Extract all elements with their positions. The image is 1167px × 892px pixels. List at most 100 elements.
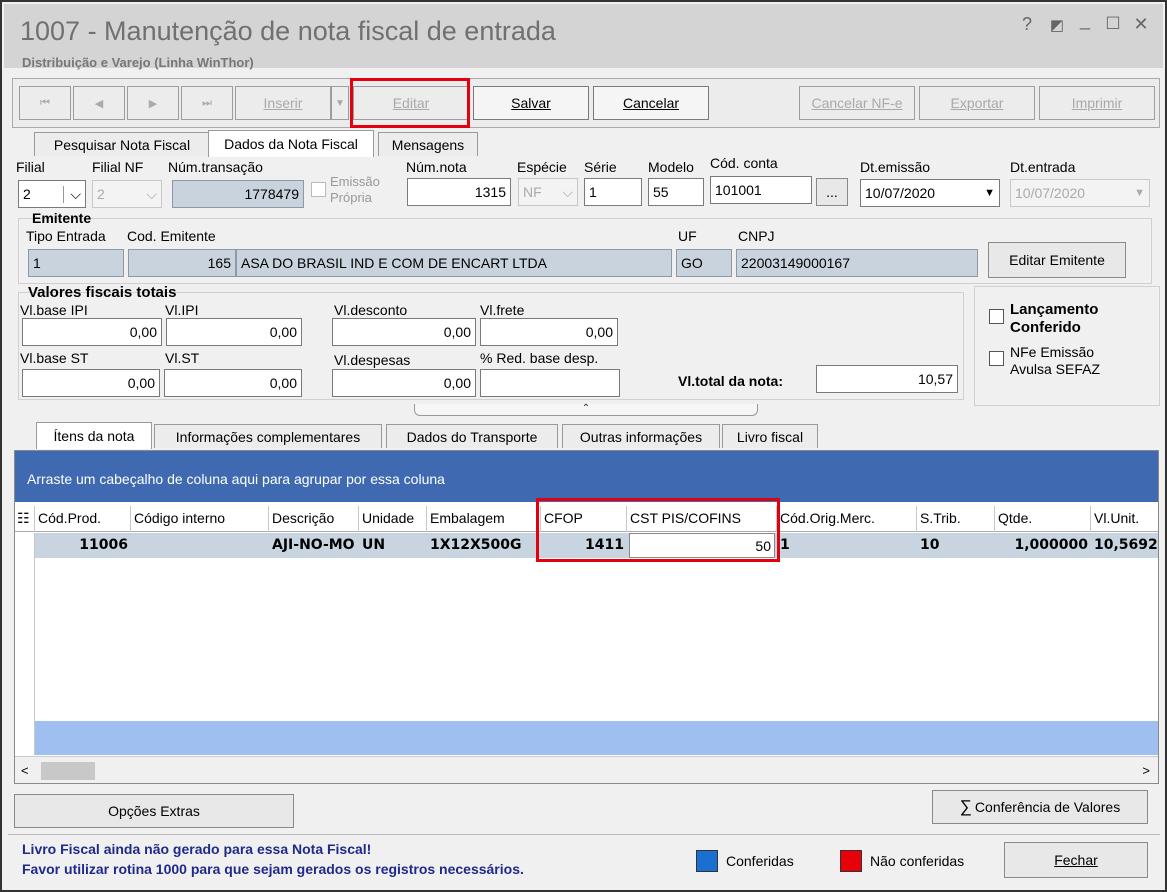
- vl-despesas-field[interactable]: 0,00: [332, 369, 476, 397]
- cell-embalagem[interactable]: 1X12X500G: [427, 533, 541, 558]
- column-header[interactable]: Embalagem: [427, 506, 541, 532]
- tab-pesquisar-nota-fiscal[interactable]: Pesquisar Nota Fiscal: [34, 132, 210, 156]
- cod-conta-field[interactable]: 101001: [710, 176, 812, 204]
- cell-cod-prod[interactable]: 11006: [35, 533, 131, 558]
- grid-footer: [35, 721, 1158, 755]
- column-header[interactable]: Cód.Orig.Merc.: [777, 506, 917, 532]
- tipo-entrada-field[interactable]: 1: [28, 249, 124, 277]
- column-header[interactable]: S.Trib.: [917, 506, 995, 532]
- chevron-down-icon: ⌵: [562, 183, 573, 200]
- nao-conferidas-legend-label: Não conferidas: [870, 853, 965, 869]
- uf-field[interactable]: GO: [676, 249, 732, 277]
- serie-label: Série: [584, 159, 617, 175]
- scrollbar-thumb[interactable]: [41, 762, 95, 780]
- especie-value: NF: [523, 184, 542, 200]
- cancelar-nfe-button[interactable]: Cancelar NF-e: [799, 86, 915, 120]
- column-header[interactable]: CST PIS/COFINS: [627, 506, 777, 532]
- exportar-button[interactable]: Exportar: [919, 86, 1035, 120]
- inserir-dropdown-icon[interactable]: ▼: [331, 86, 349, 120]
- emissao-propria-label: Emissão Própria: [330, 174, 380, 205]
- column-header[interactable]: Código interno: [131, 506, 269, 532]
- cell-codigo-interno[interactable]: [131, 533, 269, 558]
- tab-mensagens[interactable]: Mensagens: [378, 132, 478, 156]
- emitente-nome-field[interactable]: ASA DO BRASIL IND E COM DE ENCART LTDA: [236, 249, 672, 277]
- chevron-up-icon: ⌃: [581, 403, 591, 414]
- nfe-avulsa-checkbox[interactable]: [989, 351, 1004, 366]
- cancelar-button[interactable]: Cancelar: [593, 86, 709, 120]
- scroll-right-icon[interactable]: >: [1142, 763, 1150, 778]
- lancamento-conferido-checkbox[interactable]: [989, 309, 1004, 324]
- serie-field[interactable]: 1: [584, 178, 642, 206]
- cell-s-trib[interactable]: 10: [917, 533, 995, 558]
- cell-qtde[interactable]: 1,000000: [995, 533, 1091, 558]
- column-header[interactable]: Descrição: [269, 506, 359, 532]
- column-chooser-icon[interactable]: ☷: [15, 506, 35, 532]
- salvar-button[interactable]: Salvar: [473, 86, 589, 120]
- collapse-handle[interactable]: ⌃: [414, 404, 758, 416]
- column-header[interactable]: CFOP: [541, 506, 627, 532]
- vl-base-st-field[interactable]: 0,00: [22, 369, 160, 397]
- column-header[interactable]: Cód.Prod.: [35, 506, 131, 532]
- emissao-propria-checkbox[interactable]: [311, 182, 326, 197]
- cell-vl-unit[interactable]: 10,5692: [1091, 533, 1158, 558]
- cod-emitente-field[interactable]: 165: [128, 249, 236, 277]
- tab-itens-da-nota[interactable]: Ítens da nota: [36, 422, 152, 449]
- fechar-button[interactable]: Fechar: [1004, 842, 1148, 878]
- tab-livro-fiscal[interactable]: Livro fiscal: [722, 424, 818, 448]
- dt-entrada-field[interactable]: 10/07/2020 ▼: [1010, 179, 1150, 207]
- minimize-icon[interactable]: _: [1072, 10, 1098, 31]
- maximize-icon[interactable]: ☐: [1100, 14, 1126, 34]
- column-header[interactable]: Qtde.: [995, 506, 1091, 532]
- previous-record-icon[interactable]: ◀: [73, 86, 125, 120]
- column-header[interactable]: Vl.Unit.: [1091, 506, 1158, 532]
- restore-layout-icon[interactable]: ◩: [1044, 16, 1070, 34]
- tab-dados-da-nota-fiscal[interactable]: Dados da Nota Fiscal: [208, 130, 374, 157]
- cell-cod-orig-merc[interactable]: 1: [777, 533, 917, 558]
- opcoes-extras-button[interactable]: Opções Extras: [14, 794, 294, 828]
- calendar-dropdown-icon[interactable]: ▼: [984, 187, 995, 199]
- vl-st-field[interactable]: 0,00: [164, 369, 302, 397]
- help-icon[interactable]: ?: [1014, 14, 1040, 35]
- vl-base-ipi-field[interactable]: 0,00: [22, 318, 162, 346]
- group-by-panel[interactable]: Arraste um cabeçalho de coluna aqui para…: [15, 451, 1158, 502]
- horizontal-scrollbar[interactable]: < >: [15, 756, 1158, 783]
- table-row[interactable]: ▶ 11006 AJI-NO-MO UN 1X12X500G 1411 50 1…: [15, 533, 1158, 558]
- tab-outras-informacoes[interactable]: Outras informações: [562, 424, 720, 448]
- editar-emitente-button[interactable]: Editar Emitente: [988, 242, 1126, 278]
- num-nota-field[interactable]: 1315: [407, 178, 511, 206]
- tab-dados-do-transporte[interactable]: Dados do Transporte: [386, 424, 558, 448]
- filial-nf-value: 2: [97, 186, 105, 202]
- cnpj-field[interactable]: 22003149000167: [736, 249, 978, 277]
- inserir-button[interactable]: Inserir: [235, 86, 331, 120]
- imprimir-button[interactable]: Imprimir: [1039, 86, 1155, 120]
- column-header[interactable]: Unidade: [359, 506, 427, 532]
- cell-cfop[interactable]: 1411: [541, 533, 627, 558]
- filial-select[interactable]: 2 ⌵: [18, 180, 86, 208]
- close-icon[interactable]: ✕: [1128, 14, 1154, 35]
- main-window: 1007 - Manutenção de nota fiscal de entr…: [0, 0, 1167, 892]
- num-transacao-label: Núm.transação: [168, 159, 263, 175]
- filial-nf-select[interactable]: 2 ⌵: [92, 180, 162, 208]
- scroll-left-icon[interactable]: <: [21, 763, 29, 778]
- tab-informacoes-complementares[interactable]: Informações complementares: [154, 424, 382, 448]
- modelo-field[interactable]: 55: [648, 178, 704, 206]
- conferencia-valores-button[interactable]: ∑ Conferência de Valores: [932, 790, 1148, 824]
- first-record-icon[interactable]: ⏮: [19, 86, 71, 120]
- cell-unidade[interactable]: UN: [359, 533, 427, 558]
- last-record-icon[interactable]: ⏭: [181, 86, 233, 120]
- red-base-field[interactable]: [480, 369, 620, 397]
- num-transacao-field[interactable]: 1778479: [172, 180, 304, 208]
- editar-button[interactable]: Editar: [353, 86, 469, 120]
- cod-emitente-label: Cod. Emitente: [127, 228, 216, 244]
- cell-descricao[interactable]: AJI-NO-MO: [269, 533, 359, 558]
- cod-conta-lookup-button[interactable]: ...: [816, 178, 848, 206]
- vl-desconto-field[interactable]: 0,00: [332, 318, 476, 346]
- vl-total-field[interactable]: 10,57: [816, 365, 958, 393]
- vl-frete-field[interactable]: 0,00: [480, 318, 618, 346]
- vl-ipi-field[interactable]: 0,00: [166, 318, 302, 346]
- vl-despesas-label: Vl.despesas: [334, 352, 411, 368]
- next-record-icon[interactable]: ▶: [127, 86, 179, 120]
- especie-select[interactable]: NF ⌵: [518, 178, 578, 206]
- cell-cst-pis-cofins-editor[interactable]: 50: [629, 533, 775, 558]
- dt-emissao-field[interactable]: 10/07/2020 ▼: [860, 179, 1000, 207]
